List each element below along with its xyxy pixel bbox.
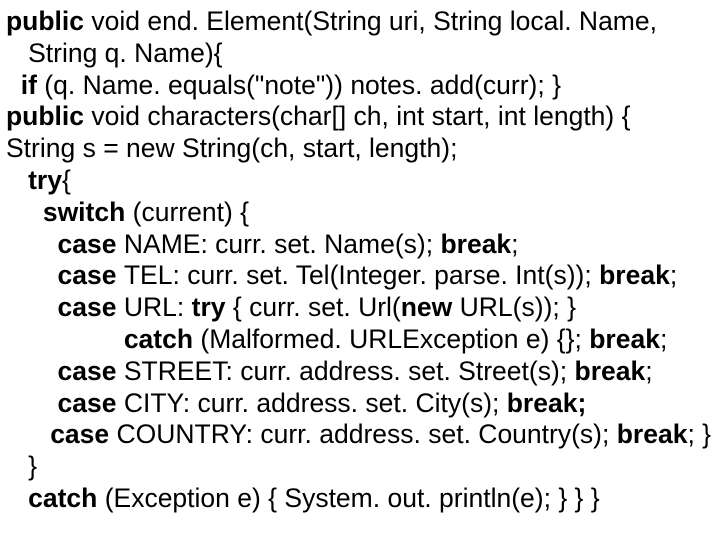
- code-text: { curr. set. Url(: [226, 292, 401, 322]
- code-line: if (q. Name. equals("note")) notes. add(…: [6, 70, 714, 102]
- code-line: case STREET: curr. address. set. Street(…: [6, 356, 714, 388]
- code-line: String s = new String(ch, start, length)…: [6, 133, 714, 165]
- keyword: break: [599, 260, 670, 290]
- code-line: catch (Malformed. URLException e) {}; br…: [6, 324, 714, 356]
- code-line: }: [6, 451, 714, 483]
- code-text: ;: [511, 229, 518, 259]
- keyword: break: [440, 229, 511, 259]
- code-block: public void end. Element(String uri, Str…: [0, 0, 720, 515]
- code-text: String q. Name){: [28, 38, 222, 68]
- keyword: switch: [43, 197, 133, 227]
- keyword: catch: [124, 324, 201, 354]
- code-text: STREET: curr. address. set. Street(s);: [124, 356, 575, 386]
- keyword: case: [58, 260, 124, 290]
- code-text: URL(s)); }: [452, 292, 576, 322]
- code-line: public void end. Element(String uri, Str…: [6, 6, 714, 38]
- code-line: case URL: try { curr. set. Url(new URL(s…: [6, 292, 714, 324]
- keyword: break;: [507, 388, 587, 418]
- code-line: catch (Exception e) { System. out. print…: [6, 483, 714, 515]
- keyword: try: [28, 165, 62, 195]
- keyword: break: [589, 324, 660, 354]
- code-text: String s = new String(ch, start, length)…: [6, 133, 457, 163]
- code-line: String q. Name){: [6, 38, 714, 70]
- code-text: (Malformed. URLException e) {};: [200, 324, 589, 354]
- keyword: public: [6, 6, 84, 36]
- code-text: TEL: curr. set. Tel(Integer. parse. Int(…: [124, 260, 599, 290]
- keyword: try: [192, 292, 226, 322]
- code-text: URL:: [124, 292, 192, 322]
- code-line: public void characters(char[] ch, int st…: [6, 101, 714, 133]
- code-text: (q. Name. equals("note")) notes. add(cur…: [44, 70, 561, 100]
- keyword: case: [58, 229, 124, 259]
- code-line: case COUNTRY: curr. address. set. Countr…: [6, 419, 714, 451]
- keyword: break: [575, 356, 646, 386]
- code-text: ; }: [687, 419, 711, 449]
- code-line: switch (current) {: [6, 197, 714, 229]
- code-line: case NAME: curr. set. Name(s); break;: [6, 229, 714, 261]
- code-text: ;: [670, 260, 677, 290]
- code-line: case CITY: curr. address. set. City(s); …: [6, 388, 714, 420]
- keyword: catch: [28, 483, 105, 513]
- code-text: (current) {: [133, 197, 249, 227]
- code-text: }: [28, 451, 37, 481]
- code-text: void end. Element(String uri, String loc…: [84, 6, 657, 36]
- code-line: case TEL: curr. set. Tel(Integer. parse.…: [6, 260, 714, 292]
- code-text: CITY: curr. address. set. City(s);: [124, 388, 507, 418]
- code-line: try{: [6, 165, 714, 197]
- code-text: ;: [645, 356, 652, 386]
- code-text: void characters(char[] ch, int start, in…: [91, 101, 630, 131]
- keyword: new: [401, 292, 453, 322]
- code-text: NAME: curr. set. Name(s);: [124, 229, 441, 259]
- keyword: case: [58, 292, 124, 322]
- keyword: case: [50, 419, 116, 449]
- code-text: (Exception e) { System. out. println(e);…: [105, 483, 600, 513]
- code-text: COUNTRY: curr. address. set. Country(s);: [117, 419, 617, 449]
- code-text: {: [62, 165, 71, 195]
- keyword: if: [21, 70, 45, 100]
- keyword: public: [6, 101, 91, 131]
- keyword: case: [58, 356, 124, 386]
- keyword: break: [617, 419, 688, 449]
- code-text: ;: [660, 324, 667, 354]
- keyword: case: [58, 388, 124, 418]
